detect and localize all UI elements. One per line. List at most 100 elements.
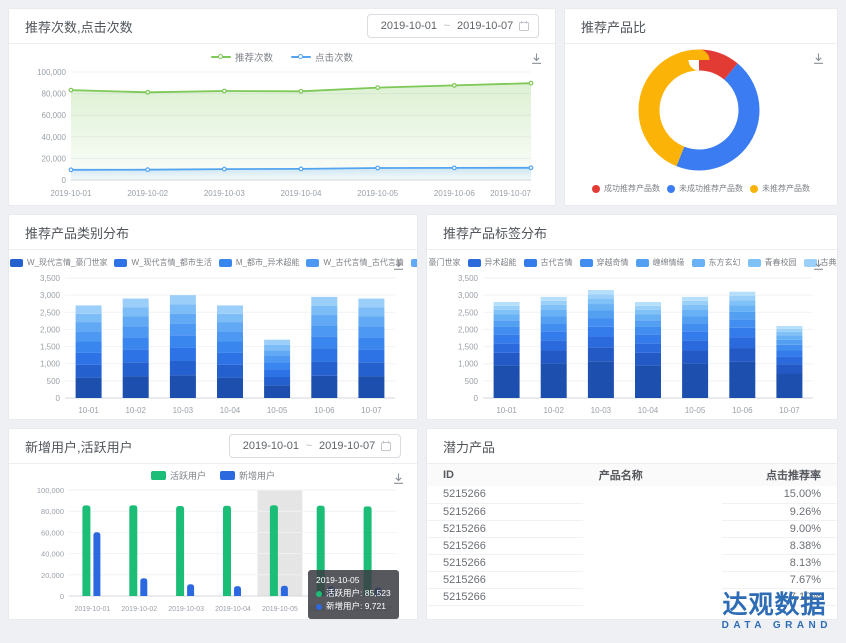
svg-text:2019-10-03: 2019-10-03 — [204, 189, 245, 198]
legend-swatch — [592, 185, 600, 193]
svg-text:2019-10-04: 2019-10-04 — [281, 189, 322, 198]
legend-item[interactable]: 东方玄幻 — [692, 257, 741, 268]
svg-text:1,000: 1,000 — [40, 360, 61, 369]
download-icon[interactable] — [392, 472, 405, 485]
legend-item[interactable]: 成功推荐产品数 — [592, 183, 660, 194]
panel-title: 推荐产品标签分布 — [443, 223, 547, 242]
legend-item[interactable]: W_古代言情_古代言情 — [306, 257, 403, 268]
svg-text:0: 0 — [56, 394, 61, 403]
table-cell: 15.00% — [722, 486, 837, 503]
legend-item[interactable]: 未推荐产品数 — [750, 183, 810, 194]
legend-swatch — [580, 259, 593, 267]
legend-item[interactable]: 推荐次数 — [211, 50, 273, 64]
panel-header: 推荐次数,点击次数 2019-10-01 ~ 2019-10-07 — [9, 9, 555, 44]
legend-swatch — [468, 259, 481, 267]
svg-text:500: 500 — [47, 377, 61, 386]
table-row[interactable]: 52152669.26% — [427, 503, 837, 520]
table-row[interactable]: 52152668.13% — [427, 554, 837, 571]
stacked-bar-chart-tag[interactable]: 05001,0001,5002,0002,5003,0003,50010-011… — [441, 270, 823, 420]
brand-name-zh: 达观数据 — [717, 591, 832, 620]
table-cell: 7.67% — [722, 571, 837, 588]
legend-label: 异术超能 — [485, 257, 517, 268]
table-cell: 8.13% — [722, 554, 837, 571]
table-cell: 9.00% — [722, 520, 837, 537]
panel-tag-distribution: 推荐产品标签分布 都市生活豪门世家异术超能古代言情穿越奇情缠绵情缘东方玄幻青春校… — [426, 214, 838, 420]
panel-title: 潜力产品 — [443, 437, 495, 456]
legend-item[interactable]: 穿越奇情 — [580, 257, 629, 268]
panel-header: 推荐产品比 — [565, 9, 837, 44]
svg-text:10-07: 10-07 — [779, 406, 800, 415]
date-start[interactable]: 2019-10-01 — [238, 440, 304, 452]
legend-item[interactable]: 新增用户 — [220, 469, 275, 482]
legend-swatch — [291, 56, 311, 58]
legend-item[interactable]: W_现代言情_豪门世家 — [10, 257, 107, 268]
date-separator: ~ — [442, 20, 452, 32]
legend-label: 缠绵情缘 — [653, 257, 685, 268]
dashboard: 推荐次数,点击次数 2019-10-01 ~ 2019-10-07 推荐次数 点击… — [0, 0, 846, 643]
chart-legend: 活跃用户 新增用户 — [23, 464, 403, 482]
panel-title: 推荐产品比 — [581, 17, 646, 36]
svg-text:10-01: 10-01 — [496, 406, 517, 415]
svg-text:10-01: 10-01 — [78, 406, 99, 415]
table-row[interactable]: 5215266 7.67% — [427, 571, 837, 588]
table-row[interactable]: 521526615.00% — [427, 486, 837, 503]
legend-item[interactable]: 缠绵情缘 — [636, 257, 685, 268]
potential-products-table: ID产品名称点击推荐率 521526615.00%52152669.26%521… — [427, 464, 837, 606]
legend-label: 未推荐产品数 — [762, 183, 810, 194]
legend-item[interactable]: W_现代言情_都市生活 — [114, 257, 211, 268]
stacked-bar-chart-category[interactable]: 05001,0001,5002,0002,5003,0003,50010-011… — [23, 270, 403, 420]
svg-text:500: 500 — [465, 377, 479, 386]
legend-item[interactable]: 未成功推荐产品数 — [667, 183, 743, 194]
date-end[interactable]: 2019-10-07 — [452, 20, 518, 32]
svg-text:20,000: 20,000 — [42, 154, 67, 163]
line-chart[interactable]: 020,00040,00060,00080,000100,0002019-10-… — [23, 64, 541, 206]
legend-item[interactable]: M_都市_异术超能 — [219, 257, 300, 268]
legend-item[interactable]: 异术超能 — [468, 257, 517, 268]
date-start[interactable]: 2019-10-01 — [376, 20, 442, 32]
legend-item[interactable]: 活跃用户 — [151, 469, 206, 482]
date-range-picker[interactable]: 2019-10-01 ~ 2019-10-07 — [229, 434, 401, 458]
legend-item[interactable]: W_古代言 — [411, 257, 418, 268]
download-icon[interactable] — [812, 258, 825, 271]
legend-swatch — [750, 185, 758, 193]
download-icon[interactable] — [812, 52, 825, 65]
row-top: 推荐次数,点击次数 2019-10-01 ~ 2019-10-07 推荐次数 点击… — [8, 8, 838, 206]
svg-text:3,500: 3,500 — [40, 274, 61, 283]
svg-text:60,000: 60,000 — [41, 528, 64, 537]
legend-item[interactable]: 点击次数 — [291, 50, 353, 64]
table-cell: 5215266 — [427, 571, 583, 588]
svg-text:1,500: 1,500 — [458, 343, 479, 352]
svg-text:3,000: 3,000 — [40, 291, 61, 300]
table-cell: 5215266 — [427, 520, 583, 537]
grouped-bar-chart-users[interactable]: 020,00040,00060,00080,000100,0002019-10-… — [23, 482, 403, 620]
legend-label: 青春校园 — [765, 257, 797, 268]
legend-label: M_都市_异术超能 — [236, 257, 300, 268]
panel-users: 新增用户,活跃用户 2019-10-01 ~ 2019-10-07 活跃用户新增… — [8, 428, 418, 620]
table-cell: 5215266 — [427, 588, 583, 605]
panel-title: 推荐次数,点击次数 — [25, 17, 133, 36]
legend-label: W_现代言情_豪门世家 — [27, 257, 107, 268]
svg-text:2019-10-02: 2019-10-02 — [127, 189, 168, 198]
legend-item[interactable]: 古代言情 — [524, 257, 573, 268]
date-range-picker[interactable]: 2019-10-01 ~ 2019-10-07 — [367, 14, 539, 38]
brand-logo: 达观数据 DATA GRAND — [717, 591, 832, 631]
legend-swatch — [211, 56, 231, 58]
legend-label: 新增用户 — [239, 469, 275, 482]
legend-swatch — [114, 259, 127, 267]
svg-text:2,500: 2,500 — [458, 308, 479, 317]
svg-text:2,000: 2,000 — [40, 325, 61, 334]
legend-item[interactable]: 豪门世家 — [426, 257, 461, 268]
legend-swatch — [306, 259, 319, 267]
download-icon[interactable] — [392, 258, 405, 271]
table-row[interactable]: 5215266 9.00% — [427, 520, 837, 537]
legend-item[interactable]: 青春校园 — [748, 257, 797, 268]
legend-swatch — [219, 259, 232, 267]
download-icon[interactable] — [530, 52, 543, 65]
table-cell — [583, 588, 722, 605]
svg-text:60,000: 60,000 — [42, 111, 67, 120]
table-row[interactable]: 52152668.38% — [427, 537, 837, 554]
donut-chart[interactable] — [579, 44, 823, 176]
svg-text:10-05: 10-05 — [267, 406, 288, 415]
legend-swatch — [748, 259, 761, 267]
date-end[interactable]: 2019-10-07 — [314, 440, 380, 452]
